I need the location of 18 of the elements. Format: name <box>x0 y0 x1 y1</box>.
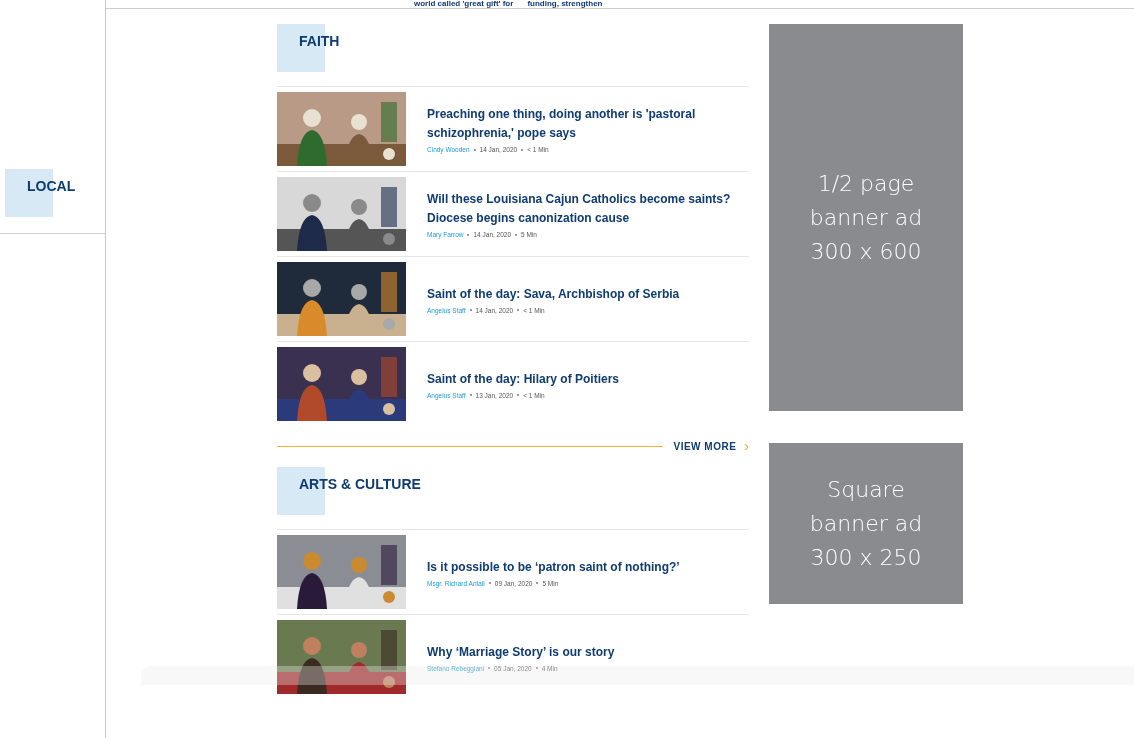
ad-label: 300 x 250 <box>809 543 923 572</box>
view-more-link[interactable]: VIEW MORE <box>673 440 737 452</box>
ad-label: 1/2 page <box>816 169 916 198</box>
article-title[interactable]: Saint of the day: Sava, Archbishop of Serbia <box>427 284 680 304</box>
section-heading[interactable]: ARTS & CULTURE <box>299 476 421 492</box>
article-title[interactable]: Will these Louisiana Cajun Catholics become saints? Diocese begins canonization cause <box>427 190 749 228</box>
ad-label: Square <box>826 475 906 504</box>
article-title[interactable]: Preaching one thing, doing another is 'pastoral schizophrenia,' pope says <box>427 105 749 143</box>
article-title[interactable]: Is it possible to be ‘patron saint of nothing?’ <box>427 557 680 577</box>
headline-text[interactable]: funding, strengthen <box>527 0 603 8</box>
headline-text[interactable]: world called 'great gift' for <box>414 0 514 8</box>
ad-label: banner ad <box>809 203 923 232</box>
section-heading[interactable]: FAITH <box>299 33 340 49</box>
section-heading[interactable]: LOCAL <box>27 178 76 194</box>
article-title[interactable]: Saint of the day: Hilary of Poitiers <box>427 369 620 389</box>
ad-label: banner ad <box>809 509 923 538</box>
article-title[interactable]: Why ‘Marriage Story’ is our story <box>427 642 615 662</box>
ad-label: 300 x 600 <box>809 237 923 266</box>
